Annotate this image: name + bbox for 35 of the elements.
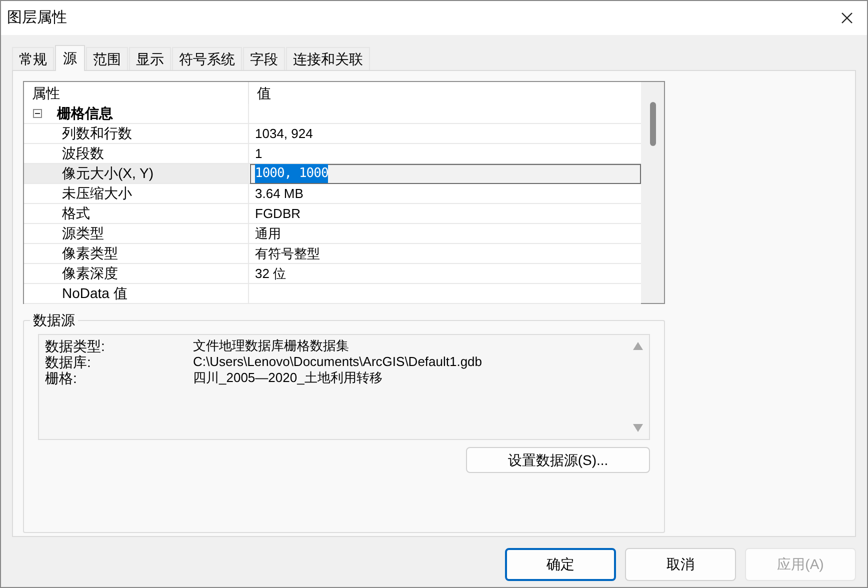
category-label: 栅格信息: [57, 104, 113, 123]
collapse-icon[interactable]: [33, 109, 42, 118]
source-label: 栅格:: [45, 370, 78, 386]
close-icon[interactable]: [841, 12, 853, 24]
source-label: 数据类型:: [45, 338, 106, 354]
property-value: FGDBR: [254, 204, 300, 223]
window-title: 图层属性: [7, 8, 67, 28]
source-value: 文件地理数据库栅格数据集: [193, 338, 349, 354]
value-field[interactable]: 1000, 1000: [250, 164, 641, 184]
tab[interactable]: 显示: [129, 47, 171, 70]
tab[interactable]: 常规: [12, 47, 54, 70]
column-header[interactable]: 属性: [24, 82, 249, 104]
tab[interactable]: 字段: [243, 47, 285, 70]
source-label: 数据库:: [45, 354, 92, 370]
property-value: 有符号整型: [254, 244, 320, 263]
tab[interactable]: 源: [55, 45, 85, 71]
tab[interactable]: 范围: [86, 47, 128, 70]
scrollbar[interactable]: [641, 82, 664, 303]
property-value: 1034, 924: [254, 124, 313, 143]
scroll-up-icon[interactable]: [633, 342, 643, 350]
set-data-source-button[interactable]: 设置数据源(S)...: [466, 447, 650, 473]
property-value: 1: [254, 144, 262, 163]
cancel-button[interactable]: 取消: [625, 548, 736, 581]
property-name[interactable]: 像元大小(X, Y): [24, 164, 249, 183]
property-value: 通用: [254, 224, 281, 243]
column-header[interactable]: 值: [249, 82, 641, 104]
tab[interactable]: 符号系统: [172, 47, 242, 70]
source-value: 四川_2005—2020_土地利用转移: [193, 370, 382, 386]
scroll-down-icon[interactable]: [633, 424, 643, 432]
tab[interactable]: 连接和关联: [286, 47, 370, 70]
ok-button[interactable]: 确定: [505, 548, 616, 581]
scrollbar-thumb[interactable]: [650, 102, 656, 146]
source-value: C:\Users\Lenovo\Documents\ArcGIS\Default1.gdb: [193, 354, 482, 370]
property-value: 3.64 MB: [254, 184, 304, 203]
property-value: 32 位: [254, 264, 286, 283]
